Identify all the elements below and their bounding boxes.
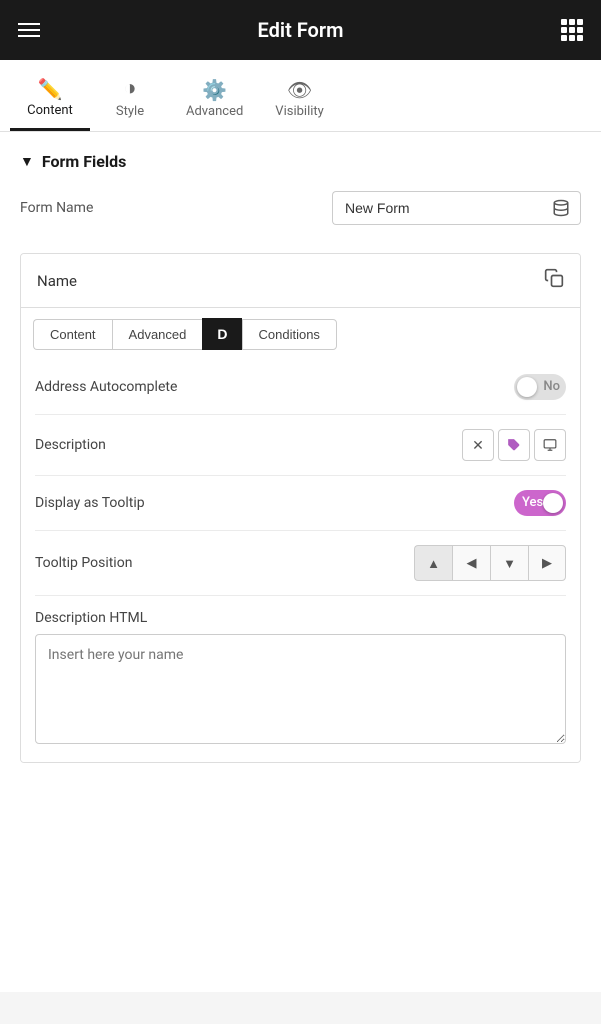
tab-advanced-label: Advanced: [186, 104, 243, 119]
description-html-section: Description HTML: [35, 596, 566, 748]
tab-style[interactable]: ◑ Style: [90, 68, 170, 131]
tab-visibility-label: Visibility: [275, 104, 324, 119]
gear-icon: ⚙️: [202, 80, 227, 100]
name-card-header: Name: [21, 254, 580, 308]
description-row: Description ✕: [35, 415, 566, 476]
tooltip-pos-down-button[interactable]: ▼: [490, 545, 528, 581]
section-title: Form Fields: [42, 152, 126, 171]
description-html-textarea[interactable]: [35, 634, 566, 744]
eye-icon: 👁: [287, 80, 312, 100]
pencil-icon: ✏️: [38, 79, 63, 99]
tooltip-position-buttons: ▲ ◀ ▼ ▶: [414, 545, 566, 581]
toggle-yes-label: Yes: [522, 495, 543, 510]
tab-style-label: Style: [116, 104, 144, 119]
tab-advanced[interactable]: ⚙️ Advanced: [170, 70, 259, 131]
sub-tab-conditions[interactable]: Conditions: [242, 319, 337, 350]
description-label: Description: [35, 437, 106, 453]
toggle-knob: [517, 377, 537, 397]
database-icon-button[interactable]: [542, 191, 581, 225]
tab-content[interactable]: ✏️ Content: [10, 69, 90, 131]
name-card: Name Content Advanced D Conditions Addre…: [20, 253, 581, 763]
description-download-button[interactable]: [534, 429, 566, 461]
chevron-down-icon[interactable]: ▼: [20, 153, 34, 170]
grid-apps-icon[interactable]: [561, 19, 583, 41]
tooltip-pos-up-button[interactable]: ▲: [414, 545, 452, 581]
form-name-input-group: [332, 191, 581, 225]
tooltip-position-row: Tooltip Position ▲ ◀ ▼ ▶: [35, 531, 566, 596]
tabs-bar: ✏️ Content ◑ Style ⚙️ Advanced 👁 Visibil…: [0, 60, 601, 132]
description-icons: ✕: [462, 429, 566, 461]
display-tooltip-toggle[interactable]: Yes: [514, 490, 566, 516]
address-autocomplete-toggle-wrap: No: [514, 374, 566, 400]
display-tooltip-toggle-wrap: Yes: [514, 490, 566, 516]
sub-tab-d[interactable]: D: [202, 318, 241, 350]
field-section: Address Autocomplete No Description ✕: [21, 360, 580, 762]
half-circle-icon: ◑: [123, 78, 136, 100]
sub-tabs-bar: Content Advanced D Conditions: [21, 308, 580, 360]
form-fields-section-header: ▼ Form Fields: [20, 152, 581, 171]
address-autocomplete-row: Address Autocomplete No: [35, 360, 566, 415]
toggle-off-label: No: [543, 379, 560, 394]
address-autocomplete-label: Address Autocomplete: [35, 379, 177, 395]
description-tag-button[interactable]: [498, 429, 530, 461]
hamburger-menu-icon[interactable]: [18, 23, 40, 37]
toggle-on-knob: [543, 493, 563, 513]
name-card-title: Name: [37, 272, 77, 290]
form-name-label: Form Name: [20, 200, 93, 216]
sub-tab-advanced[interactable]: Advanced: [112, 319, 203, 350]
display-tooltip-row: Display as Tooltip Yes: [35, 476, 566, 531]
description-html-label: Description HTML: [35, 610, 566, 626]
content-area: ▼ Form Fields Form Name Name: [0, 132, 601, 992]
address-autocomplete-toggle[interactable]: No: [514, 374, 566, 400]
display-tooltip-label: Display as Tooltip: [35, 495, 145, 511]
page-title: Edit Form: [258, 18, 344, 42]
tooltip-pos-left-button[interactable]: ◀: [452, 545, 490, 581]
tab-visibility[interactable]: 👁 Visibility: [259, 70, 340, 131]
tab-content-label: Content: [27, 103, 73, 118]
form-name-input[interactable]: [332, 191, 542, 225]
description-x-button[interactable]: ✕: [462, 429, 494, 461]
copy-icon[interactable]: [544, 268, 564, 293]
tooltip-position-label: Tooltip Position: [35, 555, 132, 571]
header: Edit Form: [0, 0, 601, 60]
tooltip-pos-right-button[interactable]: ▶: [528, 545, 566, 581]
form-name-row: Form Name: [20, 191, 581, 225]
sub-tab-content[interactable]: Content: [33, 319, 112, 350]
